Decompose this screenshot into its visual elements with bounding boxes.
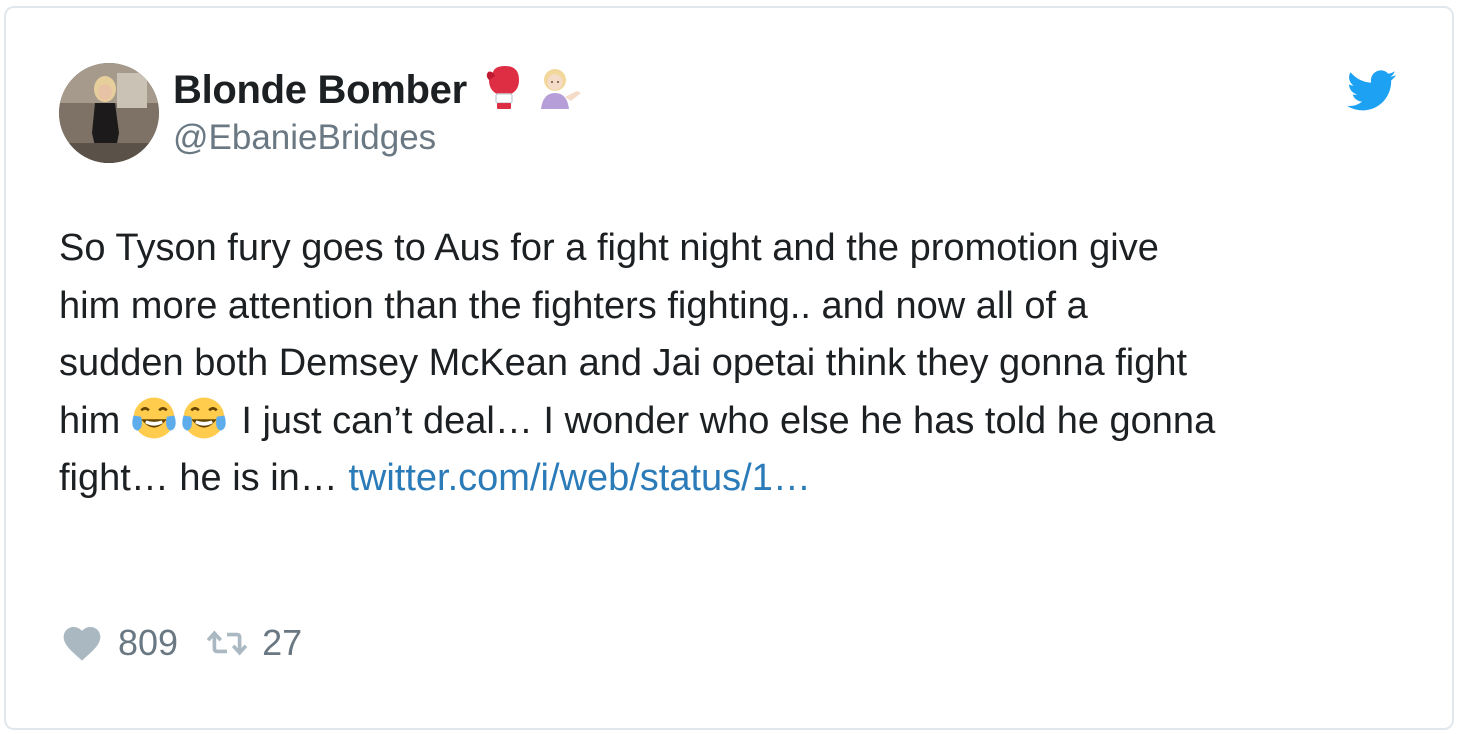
avatar[interactable] — [59, 63, 159, 163]
tweet-link[interactable]: twitter.com/i/web/status/1… — [348, 457, 811, 499]
avatar-image — [59, 63, 159, 163]
tweet-line-4-prefix: him — [59, 399, 121, 442]
tweet-line-4-rest: I just can’t deal… I wonder who else he … — [241, 399, 1216, 442]
twitter-bird-icon[interactable] — [1347, 70, 1397, 112]
tears-of-joy-icon — [182, 397, 226, 438]
retweet-count: 27 — [262, 622, 303, 663]
handle[interactable]: @EbanieBridges — [173, 118, 436, 158]
tweet-card: Blonde Bomber @EbanieBridges So Tyson fu… — [4, 6, 1454, 730]
tweet-line-1: So Tyson fury goes to Aus for a fight ni… — [59, 227, 1159, 269]
tweet-line-5-text: fight… he is in… — [59, 457, 338, 499]
like-action[interactable]: 809 — [62, 622, 178, 664]
tweet-line-2: him more attention than the fighters fig… — [59, 284, 1088, 327]
boxing-glove-icon — [485, 66, 523, 115]
tweet-line-4: him I just can’t deal… I wonder who else… — [59, 393, 1429, 451]
tweet-line-3: sudden both Demsey McKean and Jai opetai… — [59, 342, 1188, 384]
tweet-line-5: fight… he is in… twitter.com/i/web/statu… — [59, 450, 1429, 508]
woman-tipping-hand-icon — [537, 67, 583, 114]
tweet-text: So Tyson fury goes to Aus for a fight ni… — [59, 220, 1429, 508]
retweet-action[interactable]: 27 — [178, 622, 302, 664]
display-name[interactable]: Blonde Bomber — [173, 68, 467, 113]
like-count: 809 — [118, 622, 179, 663]
display-name-row: Blonde Bomber — [173, 66, 583, 115]
heart-icon[interactable] — [62, 624, 102, 662]
tears-of-joy-icon — [132, 397, 176, 438]
tweet-actions: 809 27 — [62, 622, 302, 664]
retweet-icon[interactable] — [206, 628, 248, 658]
